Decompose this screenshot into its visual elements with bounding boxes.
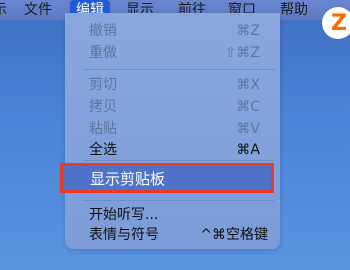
- menu-row-select-all[interactable]: 全选 ⌘A: [65, 139, 280, 161]
- menu-item-file[interactable]: 文件: [24, 0, 52, 20]
- copy-shortcut: ⌘C: [236, 99, 260, 115]
- edit-menu-dropdown: 撤销 ⌘Z 重做 ⇧⌘Z 剪切 ⌘X 拷贝 ⌘C 粘贴 ⌘V 全选 ⌘A 开始听…: [65, 13, 280, 249]
- start-dictation-label: 开始听写...: [89, 207, 159, 223]
- menu-row-copy[interactable]: 拷贝 ⌘C: [65, 96, 280, 118]
- show-clipboard-label: 显示剪贴板: [90, 170, 166, 188]
- menu-separator: [83, 200, 275, 201]
- select-all-label: 全选: [89, 142, 117, 158]
- copy-label: 拷贝: [89, 99, 117, 115]
- menu-separator: [83, 160, 275, 161]
- menu-row-show-clipboard[interactable]: 显示剪贴板: [60, 163, 274, 193]
- cut-label: 剪切: [89, 77, 117, 93]
- menu-row-undo[interactable]: 撤销 ⌘Z: [65, 20, 280, 42]
- paste-label: 粘贴: [89, 121, 117, 137]
- app-logo-letter: Z: [331, 11, 347, 36]
- menu-row-start-dictation[interactable]: 开始听写...: [65, 204, 280, 226]
- redo-label: 重做: [89, 45, 117, 61]
- menu-separator: [83, 69, 275, 70]
- menu-item-view-partial[interactable]: 示: [0, 0, 7, 20]
- select-all-shortcut: ⌘A: [236, 142, 260, 158]
- emoji-symbols-shortcut: ^⌘空格键: [200, 227, 268, 243]
- redo-shortcut: ⇧⌘Z: [224, 45, 260, 61]
- menu-row-cut[interactable]: 剪切 ⌘X: [65, 74, 280, 96]
- undo-shortcut: ⌘Z: [236, 23, 260, 39]
- emoji-symbols-label: 表情与符号: [89, 227, 159, 243]
- paste-shortcut: ⌘V: [236, 121, 260, 137]
- cut-shortcut: ⌘X: [236, 77, 260, 93]
- undo-label: 撤销: [89, 23, 117, 39]
- menu-row-paste[interactable]: 粘贴 ⌘V: [65, 118, 280, 140]
- app-logo-badge: Z: [322, 7, 350, 39]
- menu-row-redo[interactable]: 重做 ⇧⌘Z: [65, 42, 280, 64]
- menu-row-emoji-symbols[interactable]: 表情与符号 ^⌘空格键: [65, 224, 280, 246]
- menu-item-help[interactable]: 帮助: [280, 0, 308, 20]
